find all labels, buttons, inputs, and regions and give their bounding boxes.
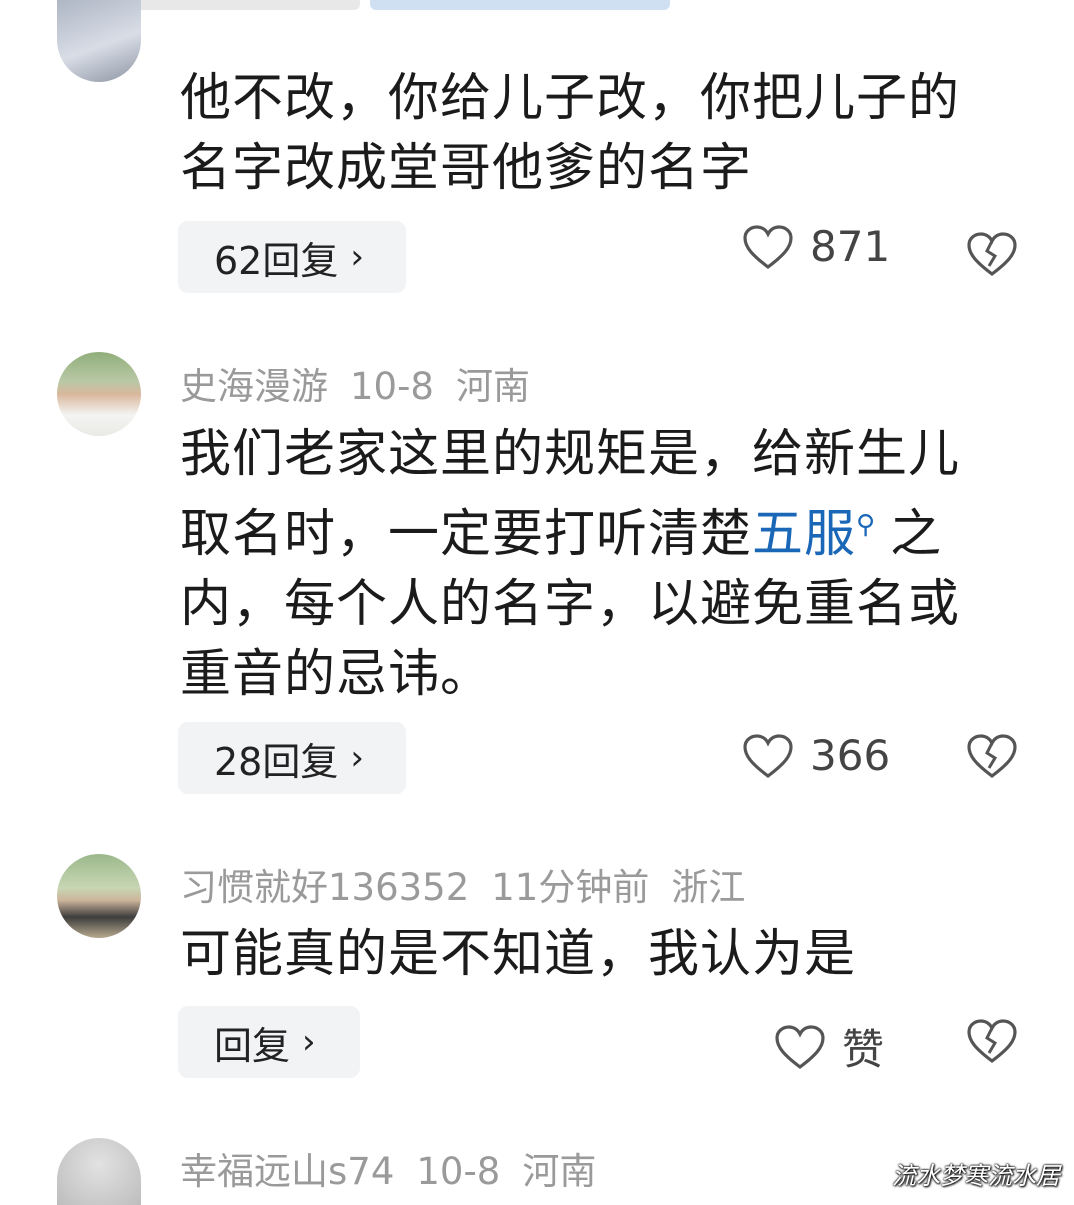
location: 河南 (522, 1150, 597, 1193)
comment-text: 可能真的是不知道，我认为是 (180, 925, 857, 984)
reply-label: 回复 (214, 1023, 291, 1068)
dislike-button[interactable] (966, 231, 1018, 281)
watermark-text: 流水梦寒流水居 (892, 1162, 1060, 1190)
timestamp: 10-8 (350, 365, 434, 408)
broken-heart-icon (967, 232, 1017, 277)
dislike-button[interactable] (966, 1018, 1018, 1068)
location: 浙江 (671, 866, 746, 909)
avatar[interactable] (57, 352, 141, 436)
username[interactable]: 习惯就好136352 (180, 866, 469, 909)
chevron-right-icon: › (350, 738, 364, 778)
like-count: 871 (810, 222, 891, 271)
search-link[interactable]: 五服 (752, 505, 856, 564)
chevron-right-icon: › (302, 1022, 316, 1062)
search-icon: ⚲ (856, 510, 877, 540)
avatar[interactable] (57, 854, 141, 938)
location: 河南 (455, 365, 530, 408)
cut-off-top-text (0, 0, 1074, 14)
comment-meta: 习惯就好136352 11分钟前 浙江 (180, 857, 767, 911)
username[interactable]: 史海漫游 (180, 365, 328, 408)
like-button[interactable]: 366 (742, 731, 890, 780)
chevron-right-icon: › (350, 237, 364, 277)
username[interactable]: 幸福远山s74 (180, 1150, 394, 1193)
dislike-button[interactable] (966, 733, 1018, 783)
broken-heart-icon (967, 1019, 1017, 1064)
comment-text: 我们老家这里的规矩是，给新生儿取名时，一定要打听清楚五服⚲ 之内，每个人的名字，以… (180, 420, 1010, 710)
like-button[interactable]: 赞 (774, 1016, 884, 1077)
like-button[interactable]: 871 (742, 222, 890, 271)
heart-outline-icon (743, 733, 793, 778)
avatar[interactable] (57, 1138, 141, 1205)
like-label: 赞 (842, 1025, 885, 1074)
avatar[interactable] (57, 0, 141, 82)
comment-meta: 史海漫游 10-8 河南 (180, 356, 552, 410)
like-count: 366 (810, 731, 891, 780)
timestamp: 11分钟前 (491, 866, 650, 909)
reply-button[interactable]: 62回复 › (178, 221, 406, 293)
heart-outline-icon (775, 1024, 825, 1069)
comment-meta: 幸福远山s74 10-8 河南 (180, 1141, 618, 1195)
heart-outline-icon (743, 224, 793, 269)
reply-button[interactable]: 回复 › (178, 1006, 360, 1078)
timestamp: 10-8 (416, 1150, 501, 1193)
reply-count: 62回复 (214, 238, 339, 283)
broken-heart-icon (967, 734, 1017, 779)
reply-button[interactable]: 28回复 › (178, 722, 406, 794)
comment-text: 他不改，你给儿子改，你把儿子的名字改成堂哥他爹的名字 (180, 69, 961, 198)
reply-count: 28回复 (214, 739, 339, 784)
